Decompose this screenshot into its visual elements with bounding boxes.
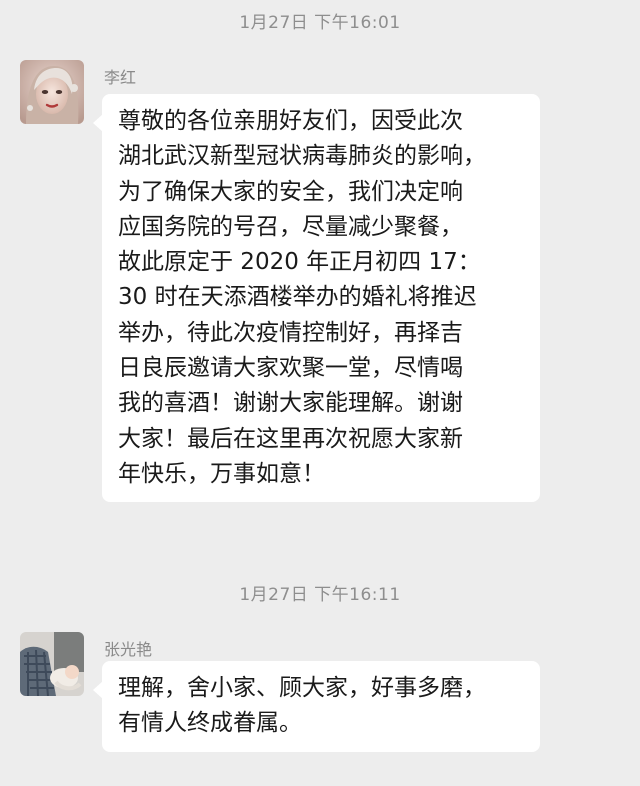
message-line: 举办，待此次疫情控制好，再择吉: [118, 319, 463, 346]
message-line: 年快乐，万事如意！: [118, 460, 325, 487]
message-line: 为了确保大家的安全，我们决定响: [118, 178, 463, 205]
parent-with-baby-avatar-icon: [20, 632, 84, 696]
message-line: 故此原定于 2020 年正月初四 17：: [118, 249, 481, 276]
avatar[interactable]: [20, 60, 84, 124]
message-bubble[interactable]: 理解，舍小家、顾大家，好事多磨， 有情人终成眷属。: [93, 661, 540, 752]
woman-portrait-avatar-icon: [20, 60, 84, 124]
message-line: 我的喜酒！谢谢大家能理解。谢谢: [118, 390, 463, 417]
message-line: 尊敬的各位亲朋好友们，因受此次: [118, 108, 463, 134]
message-line: 有情人终成眷属。: [118, 710, 302, 737]
message-bubble[interactable]: 尊敬的各位亲朋好友们，因受此次 湖北武汉新型冠状病毒肺炎的影响， 为了确保大家的…: [93, 94, 540, 503]
sender-name: 李红: [104, 68, 137, 87]
message-timestamp: 1月27日 下午16:01: [239, 13, 401, 33]
message-line: 湖北武汉新型冠状病毒肺炎的影响，: [118, 143, 486, 170]
message-line: 应国务院的号召，尽量减少聚餐，: [118, 213, 463, 240]
message-line: 日良辰邀请大家欢聚一堂，尽情喝: [118, 355, 463, 382]
message-line: 理解，舍小家、顾大家，好事多磨，: [118, 675, 486, 701]
message-line: 大家！最后在这里再次祝愿大家新: [118, 425, 463, 452]
message-line: 30 时在天添酒楼举办的婚礼将推迟: [118, 284, 477, 311]
avatar[interactable]: [20, 632, 84, 696]
message-timestamp: 1月27日 下午16:11: [239, 585, 401, 605]
sender-name: 张光艳: [104, 640, 153, 659]
